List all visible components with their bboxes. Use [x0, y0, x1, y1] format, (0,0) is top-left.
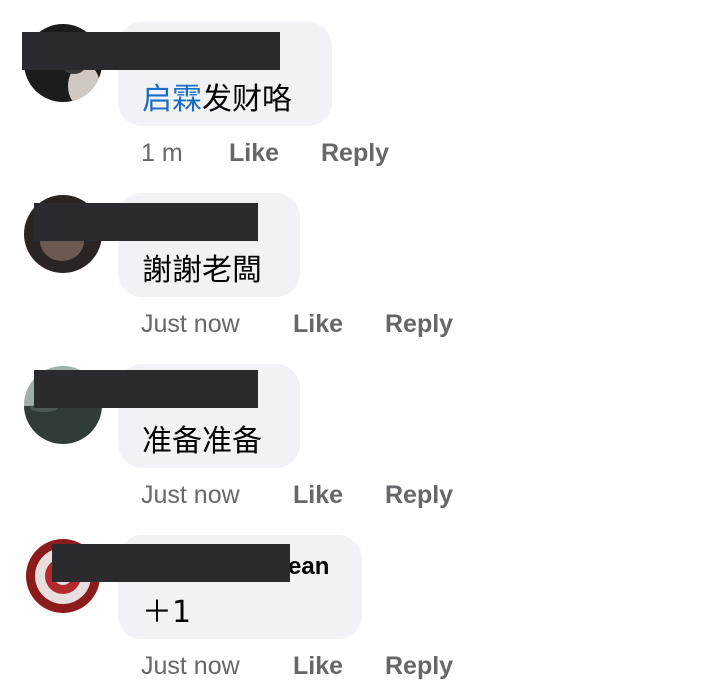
timestamp[interactable]: 1 m: [141, 139, 229, 168]
like-button[interactable]: Like: [293, 481, 385, 510]
reply-button[interactable]: Reply: [385, 481, 453, 510]
timestamp[interactable]: Just now: [141, 652, 293, 681]
commenter-name[interactable]: ean: [288, 553, 329, 581]
like-button[interactable]: Like: [293, 310, 385, 339]
comment-text: 謝謝老闆: [142, 253, 262, 288]
redacted-name: [22, 32, 280, 70]
reply-button[interactable]: Reply: [385, 652, 453, 681]
comment-text: 准备准备: [142, 424, 262, 459]
reply-button[interactable]: Reply: [321, 139, 389, 168]
mention-link[interactable]: 启霖: [142, 82, 202, 117]
reply-button[interactable]: Reply: [385, 310, 453, 339]
comment-body: 发财咯: [202, 82, 292, 117]
comment-meta: Just now Like Reply: [141, 310, 453, 339]
timestamp[interactable]: Just now: [141, 481, 293, 510]
comment-meta: 1 m Like Reply: [141, 139, 389, 168]
comment-text: ＋1: [142, 595, 192, 630]
like-button[interactable]: Like: [229, 139, 321, 168]
like-button[interactable]: Like: [293, 652, 385, 681]
comment-meta: Just now Like Reply: [141, 652, 453, 681]
comment-meta: Just now Like Reply: [141, 481, 453, 510]
comment-text: 启霖发财咯: [142, 74, 292, 118]
redacted-name: [34, 370, 258, 408]
timestamp[interactable]: Just now: [141, 310, 293, 339]
redacted-name: [52, 544, 290, 582]
redacted-name: [34, 203, 258, 241]
